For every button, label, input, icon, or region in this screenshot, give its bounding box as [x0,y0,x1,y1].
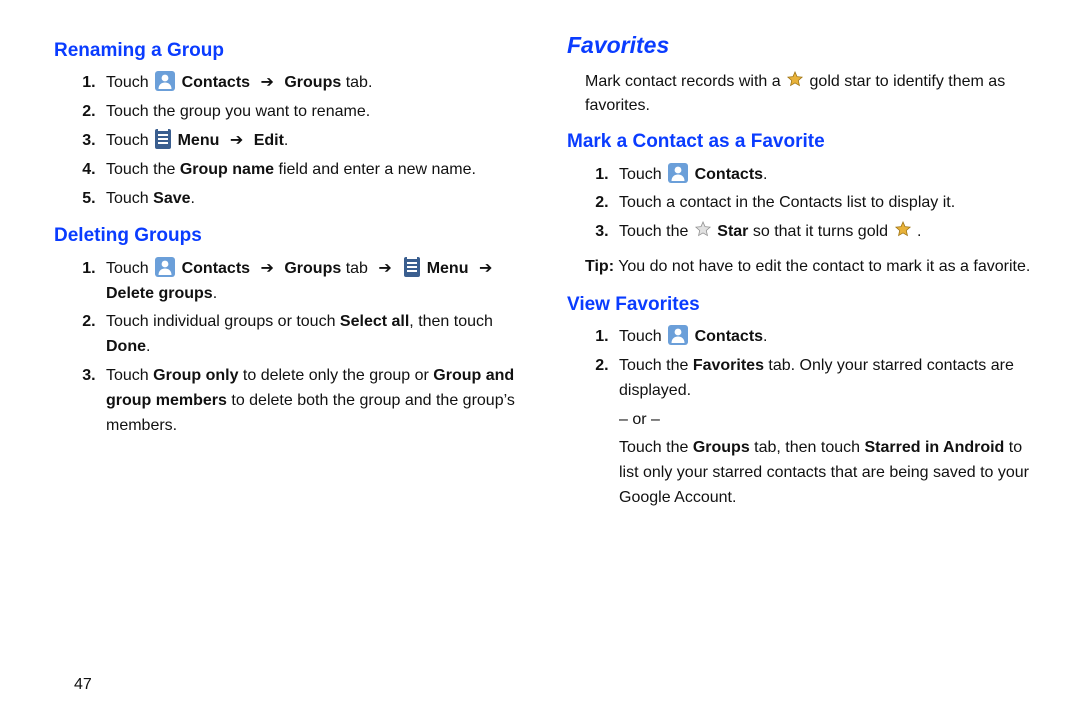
text-bold: Done [106,338,146,355]
list-item: Touch Save. [100,187,527,212]
text-bold: Groups [284,260,341,277]
tip-body: You do not have to edit the contact to m… [614,258,1030,275]
heading-mark-favorite: Mark a Contact as a Favorite [567,127,1040,156]
arrow-icon: ➔ [261,257,274,282]
text-bold: Edit [254,132,284,149]
text-bold: Menu [178,132,220,149]
heading-deleting-groups: Deleting Groups [54,221,527,250]
text: , then touch [409,313,493,330]
arrow-icon: ➔ [230,129,243,154]
list-item: Touch a contact in the Contacts list to … [613,191,1040,216]
text: Touch [106,132,153,149]
text: . [763,328,767,345]
text-bold: Favorites [693,357,764,374]
tip-block: Tip: You do not have to edit the contact… [585,255,1040,280]
text: Touch the [106,161,180,178]
text-block: Touch the Groups tab, then touch Starred… [619,436,1040,510]
text: . [146,338,150,355]
heading-favorites: Favorites [567,28,1040,64]
arrow-icon: ➔ [378,257,391,282]
text: Mark contact records with a [585,73,785,90]
contacts-icon [668,325,688,345]
page-number: 47 [74,676,92,694]
list-item: Touch Menu ➔ Edit. [100,129,527,154]
text: Touch [106,367,153,384]
text: . [284,132,288,149]
delete-steps-list: Touch Contacts ➔ Groups tab ➔ Menu ➔ Del… [54,257,527,439]
text-bold: Star [717,223,748,240]
text-bold: Contacts [695,166,763,183]
list-item: Touch the Star so that it turns gold . [613,220,1040,245]
mark-steps-list: Touch Contacts. Touch a contact in the C… [567,163,1040,245]
text: Touch [106,74,153,91]
text-bold: Contacts [695,328,763,345]
text-bold: Contacts [182,74,250,91]
text: Touch [619,166,666,183]
text: Touch the [619,357,693,374]
text-bold: Group name [180,161,274,178]
list-item: Touch the group you want to rename. [100,100,527,125]
text: tab [341,260,372,277]
text-bold: Groups [693,439,750,456]
text: Touch [619,328,666,345]
manual-page: Renaming a Group Touch Contacts ➔ Groups… [0,0,1080,720]
heading-view-favorites: View Favorites [567,290,1040,319]
contacts-icon [155,71,175,91]
right-column: Favorites Mark contact records with a go… [567,28,1040,700]
list-item: Touch the Group name field and enter a n… [100,158,527,183]
text: Touch [106,260,153,277]
text-bold: Delete groups [106,285,213,302]
text: . [917,223,921,240]
text: so that it turns gold [753,223,893,240]
text: Touch a contact in the Contacts list to … [619,194,955,211]
list-item: Touch Contacts ➔ Groups tab ➔ Menu ➔ Del… [100,257,527,307]
left-column: Renaming a Group Touch Contacts ➔ Groups… [54,28,527,700]
list-item: Touch individual groups or touch Select … [100,310,527,360]
text: Touch the group you want to rename. [106,103,370,120]
text-bold: Groups [284,74,341,91]
tip-label: Tip: [585,258,614,275]
arrow-icon: ➔ [479,257,492,282]
text: . [191,190,195,207]
contacts-icon [155,257,175,277]
list-item: Touch Contacts. [613,325,1040,350]
text: . [763,166,767,183]
list-item: Touch the Favorites tab. Only your starr… [613,354,1040,511]
text: to delete only the group or [238,367,433,384]
list-item: Touch Contacts. [613,163,1040,188]
contacts-icon [668,163,688,183]
text: Touch [106,190,153,207]
text-bold: Starred in Android [864,439,1004,456]
rename-steps-list: Touch Contacts ➔ Groups tab. Touch the g… [54,71,527,211]
or-divider: – or – [619,408,1040,433]
text: field and enter a new name. [274,161,476,178]
star-gold-icon [894,220,912,238]
text-bold: Group only [153,367,238,384]
text: tab, then touch [750,439,865,456]
view-steps-list: Touch Contacts. Touch the Favorites tab.… [567,325,1040,511]
star-gold-icon [786,70,804,88]
text-bold: Select all [340,313,409,330]
list-item: Touch Group only to delete only the grou… [100,364,527,438]
menu-icon [155,129,171,149]
text-bold: Contacts [182,260,250,277]
text-bold: Menu [427,260,469,277]
text-bold: Save [153,190,190,207]
menu-icon [404,257,420,277]
text: Touch the [619,223,693,240]
text: Touch individual groups or touch [106,313,340,330]
arrow-icon: ➔ [261,71,274,96]
text: tab. [341,74,372,91]
favorites-intro: Mark contact records with a gold star to… [585,70,1040,120]
text: Touch the [619,439,693,456]
list-item: Touch Contacts ➔ Groups tab. [100,71,527,96]
star-outline-icon [694,220,712,238]
heading-renaming-group: Renaming a Group [54,36,527,65]
text: . [213,285,217,302]
